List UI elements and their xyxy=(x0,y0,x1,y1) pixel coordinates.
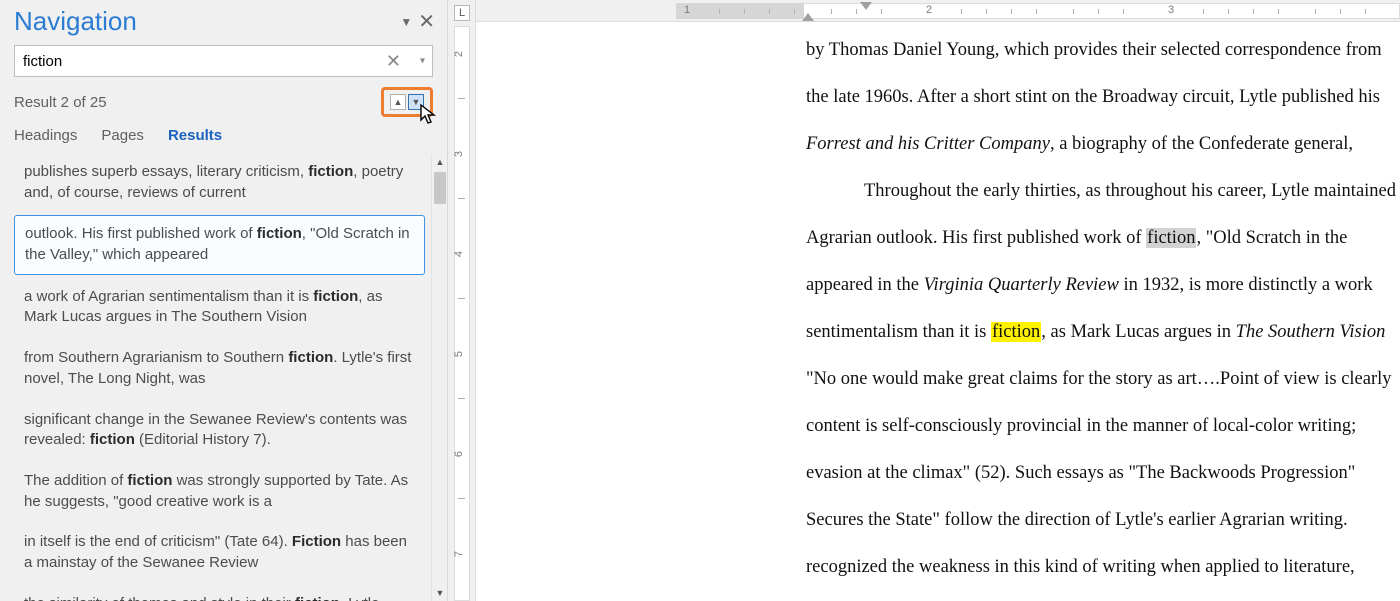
doc-line: appeared in the Virginia Quarterly Revie… xyxy=(806,262,1400,309)
search-result-item[interactable]: significant change in the Sewanee Review… xyxy=(14,402,425,459)
scroll-up-icon[interactable]: ▲ xyxy=(432,154,447,170)
doc-line: sentimentalism than it is fiction, as Ma… xyxy=(806,309,1400,356)
nav-top-controls: ▼ ✕ xyxy=(400,12,435,32)
hanging-indent-icon[interactable] xyxy=(802,13,814,21)
nav-title: Navigation xyxy=(14,6,400,37)
search-result-item[interactable]: The addition of fiction was strongly sup… xyxy=(14,463,425,520)
nav-tabs: Headings Pages Results xyxy=(14,127,433,144)
scroll-thumb[interactable] xyxy=(434,172,446,204)
search-clear-icon[interactable]: ✕ xyxy=(386,52,401,70)
doc-line: content is self-consciously provincial i… xyxy=(806,403,1400,450)
prev-next-highlight: ▲ ▼ xyxy=(381,87,433,117)
search-result-item[interactable]: a work of Agrarian sentimentalism than i… xyxy=(14,279,425,336)
doc-line: much later in career: "When a novel obvi… xyxy=(806,591,1400,601)
vruler-tick xyxy=(458,298,465,299)
doc-line: Secures the State" follow the direction … xyxy=(806,497,1400,544)
result-status-row: Result 2 of 25 ▲ ▼ xyxy=(14,85,433,119)
search-result-item[interactable]: publishes superb essays, literary critic… xyxy=(14,154,425,211)
vertical-ruler: L 2 3 4 5 6 7 xyxy=(448,0,476,601)
next-result-button[interactable]: ▼ xyxy=(408,94,424,110)
results-area: publishes superb essays, literary critic… xyxy=(0,154,447,601)
search-result-item[interactable]: the similarity of themes and style in th… xyxy=(14,586,425,601)
page-text: by Thomas Daniel Young, which provides t… xyxy=(806,27,1400,601)
hruler-number: 2 xyxy=(926,4,932,16)
doc-line: "No one would make great claims for the … xyxy=(806,356,1400,403)
vruler-number: 3 xyxy=(453,151,465,157)
hruler-number: 1 xyxy=(684,4,690,16)
navigation-pane: Navigation ▼ ✕ ✕ ▾ Result 2 of 25 ▲ ▼ He… xyxy=(0,0,448,601)
document-area: 1 2 3 4 by Thomas Daniel Young, which pr… xyxy=(476,0,1400,601)
doc-line: evasion at the climax" (52). Such essays… xyxy=(806,450,1400,497)
vruler-tick xyxy=(458,98,465,99)
search-highlight: fiction xyxy=(991,322,1041,342)
vruler-tick xyxy=(458,198,465,199)
tab-selector[interactable]: L xyxy=(454,5,470,21)
vruler-number: 7 xyxy=(453,551,465,557)
doc-line: Throughout the early thirties, as throug… xyxy=(806,168,1400,215)
tab-results[interactable]: Results xyxy=(168,127,222,144)
vruler-number: 5 xyxy=(453,351,465,357)
doc-line: by Thomas Daniel Young, which provides t… xyxy=(806,27,1400,74)
results-scrollbar[interactable]: ▲ ▼ xyxy=(431,154,447,601)
pane-options-icon[interactable]: ▼ xyxy=(400,15,412,29)
vruler-number: 4 xyxy=(453,251,465,257)
vruler-number: 6 xyxy=(453,451,465,457)
results-list: publishes superb essays, literary critic… xyxy=(14,154,431,601)
vruler-number: 2 xyxy=(453,51,465,57)
vruler-tick xyxy=(458,498,465,499)
doc-line: Forrest and his Critter Company, a biogr… xyxy=(806,121,1400,168)
tab-pages[interactable]: Pages xyxy=(101,127,144,144)
vruler-tick xyxy=(458,398,465,399)
result-status: Result 2 of 25 xyxy=(14,94,381,111)
scroll-down-icon[interactable]: ▼ xyxy=(432,585,447,601)
search-result-item[interactable]: outlook. His first published work of fic… xyxy=(14,215,425,274)
first-line-indent-icon[interactable] xyxy=(860,2,872,10)
search-highlight-current: fiction xyxy=(1146,228,1196,248)
app-root: Navigation ▼ ✕ ✕ ▾ Result 2 of 25 ▲ ▼ He… xyxy=(0,0,1400,601)
doc-line: recognized the weakness in this kind of … xyxy=(806,544,1400,591)
search-result-item[interactable]: from Southern Agrarianism to Southern fi… xyxy=(14,340,425,397)
search-options-icon[interactable]: ▾ xyxy=(420,56,425,67)
search-result-item[interactable]: in itself is the end of criticism" (Tate… xyxy=(14,524,425,581)
horizontal-ruler: 1 2 3 4 xyxy=(476,0,1400,22)
search-input[interactable] xyxy=(14,45,433,77)
tab-headings[interactable]: Headings xyxy=(14,127,77,144)
pane-close-icon[interactable]: ✕ xyxy=(418,12,435,32)
hruler-margin xyxy=(676,3,804,19)
nav-header: Navigation ▼ ✕ xyxy=(0,0,447,45)
vruler-track[interactable] xyxy=(454,26,470,601)
page[interactable]: by Thomas Daniel Young, which provides t… xyxy=(476,22,1400,601)
doc-line: Agrarian outlook. His first published wo… xyxy=(806,215,1400,262)
search-wrap: ✕ ▾ xyxy=(14,45,433,77)
prev-result-button[interactable]: ▲ xyxy=(390,94,406,110)
hruler-number: 3 xyxy=(1168,4,1174,16)
doc-line: the late 1960s. After a short stint on t… xyxy=(806,74,1400,121)
